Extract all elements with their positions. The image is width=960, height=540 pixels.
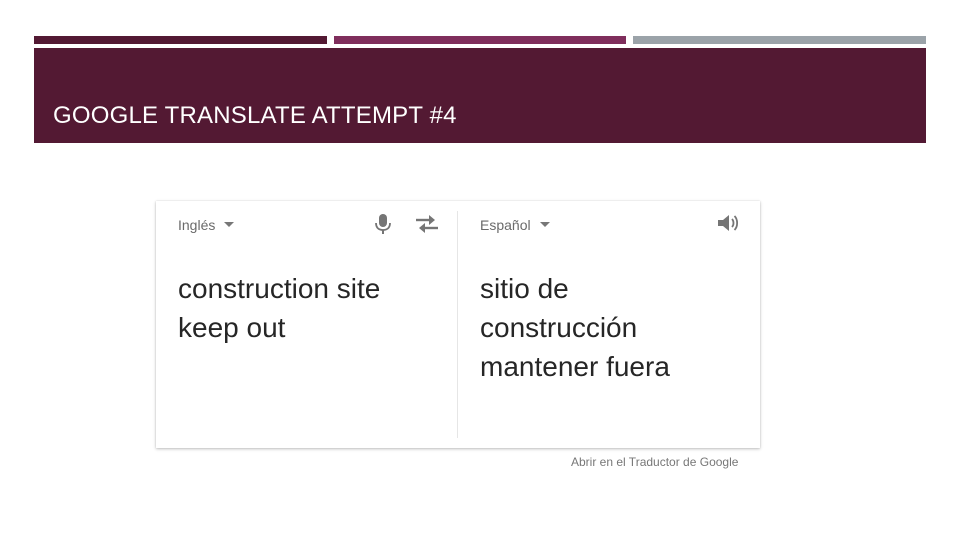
accent-bar-3	[633, 36, 926, 44]
source-text[interactable]: construction site keep out	[178, 269, 448, 347]
accent-bar-2	[334, 36, 626, 44]
caret-down-icon	[539, 221, 550, 227]
translated-text-line: sitio de	[480, 273, 569, 304]
accent-bar-1	[34, 36, 327, 44]
source-language-label: Inglés	[178, 217, 216, 233]
source-text-line: keep out	[178, 312, 286, 343]
translate-card: Inglés Español construction site keep ou…	[156, 201, 760, 448]
translated-text: sitio de construcción mantener fuera	[480, 269, 750, 386]
target-language-label: Español	[480, 217, 531, 233]
target-language-selector[interactable]: Español	[480, 217, 550, 233]
translated-text-line: mantener fuera	[480, 351, 670, 382]
translated-text-line: construcción	[480, 312, 638, 343]
open-in-translate-link[interactable]: Abrir en el Traductor de Google	[571, 455, 738, 469]
title-band: GOOGLE TRANSLATE ATTEMPT #4	[34, 48, 926, 143]
speaker-icon[interactable]	[716, 212, 740, 234]
source-text-line: construction site	[178, 273, 381, 304]
panel-divider	[457, 211, 458, 438]
slide-title: GOOGLE TRANSLATE ATTEMPT #4	[53, 102, 457, 129]
caret-down-icon	[224, 221, 235, 227]
swap-languages-icon[interactable]	[414, 214, 440, 234]
source-language-selector[interactable]: Inglés	[178, 217, 235, 233]
microphone-icon[interactable]	[374, 213, 392, 235]
